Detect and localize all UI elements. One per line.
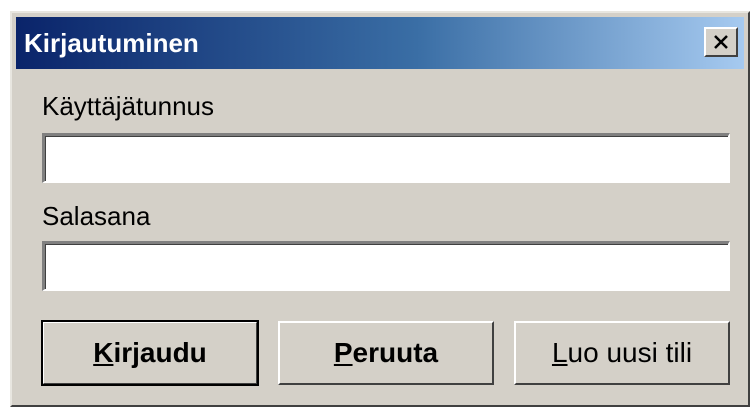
- password-label: Salasana: [42, 201, 151, 231]
- username-field[interactable]: [42, 133, 730, 183]
- title-bar: Kirjautuminen: [16, 17, 744, 69]
- login-button[interactable]: Kirjaudu: [41, 320, 259, 386]
- create-account-button[interactable]: Luo uusi tili: [514, 321, 730, 385]
- create-mnemonic: L: [551, 337, 568, 368]
- username-label: Käyttäjätunnus: [42, 91, 215, 121]
- password-field[interactable]: [42, 241, 730, 291]
- cancel-label-rest: eruuta: [352, 337, 439, 368]
- dialog-title: Kirjautuminen: [24, 28, 199, 58]
- cancel-button[interactable]: Peruuta: [278, 321, 494, 385]
- close-icon: [713, 35, 729, 49]
- create-label-rest: uo uusi tili: [567, 337, 693, 368]
- close-button[interactable]: [704, 27, 738, 57]
- login-dialog: Kirjautuminen Käyttäjätunnus Salasana Ki…: [10, 11, 750, 407]
- login-label-rest: irjaudu: [113, 337, 207, 368]
- cancel-mnemonic: P: [333, 337, 353, 368]
- login-mnemonic: K: [93, 337, 114, 368]
